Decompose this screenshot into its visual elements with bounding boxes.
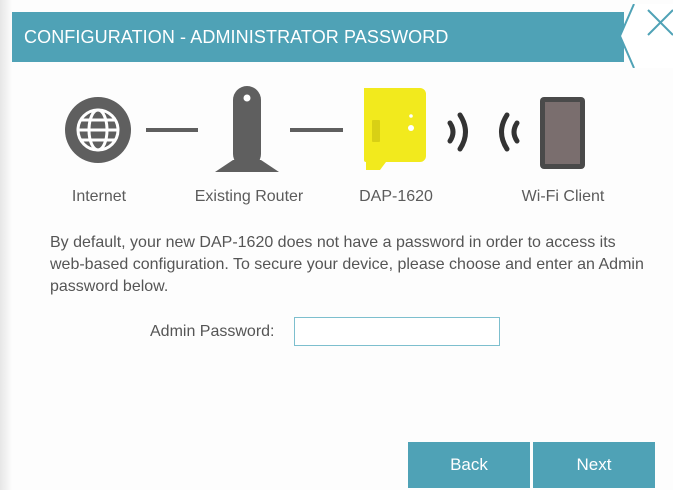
- setup-wizard-page: CONFIGURATION - ADMINISTRATOR PASSWORD I…: [0, 0, 673, 490]
- wifi-signal-icon: [447, 112, 520, 152]
- header-bar: CONFIGURATION - ADMINISTRATOR PASSWORD: [12, 12, 624, 62]
- left-shadow: [0, 0, 12, 490]
- tablet-icon: [540, 97, 585, 169]
- wifi-client-label: Wi-Fi Client: [521, 188, 605, 205]
- globe-icon: [65, 97, 131, 163]
- router-icon: [215, 86, 279, 172]
- back-button[interactable]: Back: [408, 442, 530, 488]
- internet-label: Internet: [71, 188, 127, 205]
- existing-router-label: Existing Router: [194, 188, 304, 205]
- description-text: By default, your new DAP-1620 does not h…: [50, 234, 644, 295]
- page-title: CONFIGURATION - ADMINISTRATOR PASSWORD: [24, 27, 449, 47]
- next-button[interactable]: Next: [533, 442, 655, 488]
- admin-password-label: Admin Password:: [150, 323, 275, 340]
- dap-1620-label: DAP-1620: [359, 188, 433, 205]
- admin-password-input[interactable]: [294, 317, 500, 346]
- close-icon[interactable]: [620, 4, 673, 68]
- range-extender-icon: [364, 88, 426, 170]
